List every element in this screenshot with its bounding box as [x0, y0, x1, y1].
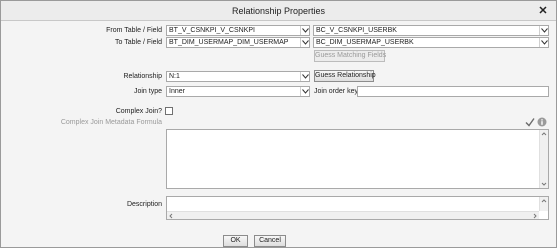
scroll-right-icon[interactable]	[531, 212, 539, 220]
to-table-select[interactable]: BT_DIM_USERMAP_DIM_USERMAP	[166, 37, 310, 48]
close-button[interactable]: ✕	[536, 4, 550, 18]
scroll-up-icon[interactable]	[540, 130, 548, 138]
relationship-value: N:1	[169, 73, 180, 80]
title-bar[interactable]: Relationship Properties ✕	[1, 1, 556, 21]
chevron-down-icon[interactable]	[539, 26, 548, 35]
window-title: Relationship Properties	[231, 6, 326, 16]
description-label: Description	[126, 201, 162, 208]
from-table-field-label: From Table / Field	[106, 27, 162, 34]
complex-join-label: Complex Join?	[115, 108, 162, 115]
chevron-down-icon[interactable]	[300, 87, 309, 96]
description-horizontal-scrollbar[interactable]	[167, 211, 539, 219]
relationship-properties-dialog: Relationship Properties ✕ From Table / F…	[0, 0, 557, 248]
info-icon[interactable]	[537, 117, 547, 127]
join-type-value: Inner	[169, 88, 185, 95]
relationship-select[interactable]: N:1	[166, 71, 310, 82]
join-type-label: Join type	[133, 88, 162, 95]
guess-relationship-button[interactable]: Guess Relationship	[314, 70, 376, 82]
complex-join-formula-label: Complex Join Metadata Formula	[60, 119, 162, 126]
check-icon[interactable]	[525, 117, 535, 127]
chevron-down-icon[interactable]	[300, 26, 309, 35]
from-field-select[interactable]: BC_V_CSNKPI_USERBK	[313, 25, 549, 36]
from-field-value: BC_V_CSNKPI_USERBK	[316, 27, 397, 34]
formula-vertical-scrollbar[interactable]	[539, 130, 548, 188]
description-vertical-scrollbar[interactable]	[539, 197, 548, 211]
cancel-button[interactable]: Cancel	[254, 235, 286, 247]
description-textarea[interactable]	[166, 196, 549, 220]
to-field-select[interactable]: BC_DIM_USERMAP_USERBK	[313, 37, 549, 48]
to-table-field-label: To Table / Field	[115, 39, 162, 46]
join-order-key-input[interactable]	[357, 86, 549, 97]
chevron-down-icon[interactable]	[300, 72, 309, 81]
to-table-value: BT_DIM_USERMAP_DIM_USERMAP	[169, 39, 289, 46]
to-field-value: BC_DIM_USERMAP_USERBK	[316, 39, 414, 46]
join-order-key-label: Join order key	[314, 88, 358, 95]
guess-matching-fields-button[interactable]: Guess Matching Fields	[314, 50, 386, 62]
scroll-up-icon[interactable]	[540, 197, 548, 205]
join-type-select[interactable]: Inner	[166, 86, 310, 97]
chevron-down-icon[interactable]	[539, 38, 548, 47]
relationship-label: Relationship	[123, 73, 162, 80]
ok-button[interactable]: OK	[223, 235, 248, 247]
scroll-left-icon[interactable]	[167, 212, 175, 220]
from-table-value: BT_V_CSNKPI_V_CSNKPI	[169, 27, 255, 34]
chevron-down-icon[interactable]	[300, 38, 309, 47]
scroll-down-icon[interactable]	[540, 180, 548, 188]
complex-join-checkbox[interactable]	[165, 107, 173, 115]
complex-join-formula-textarea[interactable]	[166, 129, 549, 189]
from-table-select[interactable]: BT_V_CSNKPI_V_CSNKPI	[166, 25, 310, 36]
